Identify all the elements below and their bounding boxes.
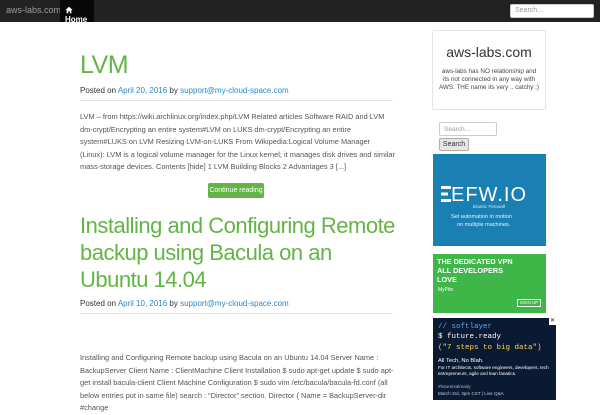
post-title-link[interactable]: LVM <box>80 50 129 80</box>
by-label: by <box>169 299 178 308</box>
post-date-link[interactable]: April 20, 2016 <box>118 86 167 95</box>
vpn-ad-banner[interactable]: THE DEDICATED VPN ALL DEVELOPERS LOVE My… <box>433 254 546 313</box>
vpn-ad-line: ALL DEVELOPERS <box>437 266 503 275</box>
about-widget: aws-labs.com aws-labs has NO relationshi… <box>432 30 546 110</box>
top-navbar: aws-labs.com Home Search... <box>0 0 600 24</box>
post-excerpt: LVM – from https://wiki.archlinux.org/in… <box>80 112 395 172</box>
posted-on-label: Posted on <box>80 299 117 308</box>
vpn-ad-brand: MyPito <box>438 287 454 293</box>
sidebar-search-button[interactable]: Search <box>439 138 469 151</box>
about-text: aws-labs has NO relationship and its not… <box>438 68 540 91</box>
post-author-link[interactable]: support@my-cloud-space.com <box>180 299 289 308</box>
softlayer-ad-line: All Tech, No Blah. <box>438 358 484 364</box>
efw-ad-title: EFW.IO <box>451 184 527 206</box>
softlayer-ad-line: #futureisalready <box>438 384 471 389</box>
home-icon <box>65 6 73 14</box>
post-date-link[interactable]: April 10, 2016 <box>118 299 167 308</box>
softlayer-ad-line: $ future.ready <box>438 333 502 341</box>
nav-home-label: Home <box>65 15 88 24</box>
site-brand-link[interactable]: aws-labs.com <box>6 5 61 15</box>
post-meta: Posted on April 10, 2016 by support@my-c… <box>80 299 289 308</box>
softlayer-ad-line: // softlayer <box>438 323 493 331</box>
softlayer-ad-line: For IT architects, software engineers, d… <box>438 365 549 376</box>
softlayer-ad-line: ("7 steps to big data") <box>438 344 542 352</box>
efw-ad-line: on multiple machines. <box>457 222 511 228</box>
vpn-ad-signup-button[interactable]: SIGN UP <box>517 299 541 307</box>
nav-home-link[interactable]: Home <box>60 0 94 24</box>
post-excerpt: Installing and Configuring Remote backup… <box>80 353 394 413</box>
top-search-input[interactable]: Search... <box>510 4 594 18</box>
ad-close-icon[interactable]: ✕ <box>549 318 556 325</box>
post-meta: Posted on April 20, 2016 by support@my-c… <box>80 86 289 95</box>
posted-on-label: Posted on <box>80 86 117 95</box>
continue-reading-button[interactable]: Continue reading <box>208 183 264 198</box>
about-title: aws-labs.com <box>446 44 532 60</box>
softlayer-ad-banner[interactable]: // softlayer $ future.ready ("7 steps to… <box>433 318 556 400</box>
divider <box>80 100 393 101</box>
vpn-ad-line: LOVE <box>437 275 457 284</box>
efw-logo-icon <box>441 186 451 202</box>
efw-ad-line: Set automation in motion <box>451 214 512 220</box>
efw-ad-subtitle: Elastic Firewall <box>473 205 505 210</box>
divider <box>80 313 393 314</box>
sidebar-search-input[interactable]: Search... <box>439 122 497 136</box>
efw-ad-banner[interactable]: EFW.IO Elastic Firewall Set automation i… <box>433 154 546 246</box>
vpn-ad-line: THE DEDICATED VPN <box>437 257 513 266</box>
softlayer-ad-line: March 3rd, 3pm CST | Live Q&A <box>438 391 504 396</box>
post-author-link[interactable]: support@my-cloud-space.com <box>180 86 289 95</box>
by-label: by <box>169 86 178 95</box>
post-title-link[interactable]: Installing and Configuring Remote backup… <box>80 212 395 293</box>
